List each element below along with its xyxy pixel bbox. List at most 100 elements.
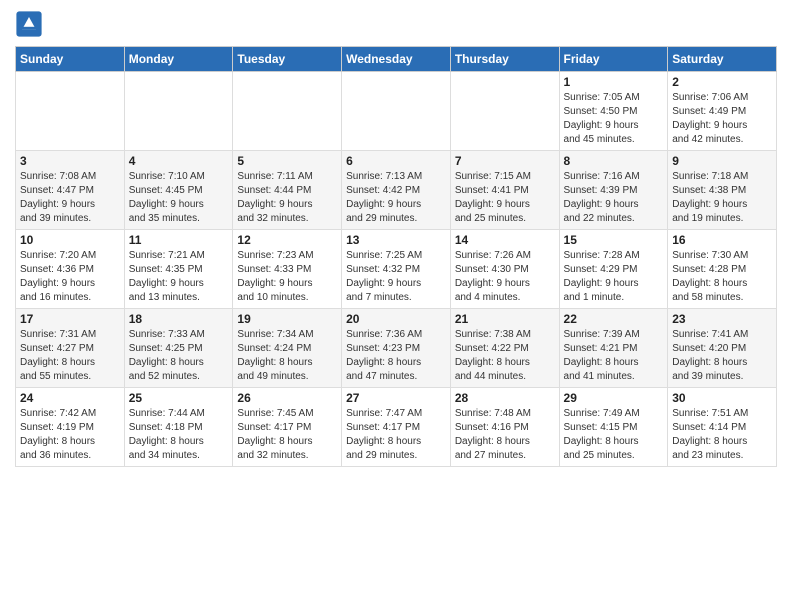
day-number: 23 [672, 312, 772, 326]
day-header-sunday: Sunday [16, 47, 125, 72]
day-info: Sunrise: 7:49 AM Sunset: 4:15 PM Dayligh… [564, 407, 664, 463]
day-number: 13 [346, 233, 446, 247]
day-cell: 15 Sunrise: 7:28 AM Sunset: 4:29 PM Dayli… [559, 230, 668, 309]
day-number: 2 [672, 75, 772, 89]
day-info: Sunrise: 7:47 AM Sunset: 4:17 PM Dayligh… [346, 407, 446, 463]
day-cell: 4 Sunrise: 7:10 AM Sunset: 4:45 PM Daylig… [124, 151, 233, 230]
day-number: 26 [237, 391, 337, 405]
day-number: 9 [672, 154, 772, 168]
day-number: 28 [455, 391, 555, 405]
day-info: Sunrise: 7:18 AM Sunset: 4:38 PM Dayligh… [672, 170, 772, 226]
day-number: 10 [20, 233, 120, 247]
day-cell: 24Sunrise: 7:42 AM Sunset: 4:19 PM Dayli… [16, 388, 125, 467]
day-number: 30 [672, 391, 772, 405]
day-cell: 13 Sunrise: 7:25 AM Sunset: 4:32 PM Dayli… [342, 230, 451, 309]
day-info: Sunrise: 7:33 AM Sunset: 4:25 PM Dayligh… [129, 328, 229, 384]
week-row-5: 24Sunrise: 7:42 AM Sunset: 4:19 PM Dayli… [16, 388, 777, 467]
day-number: 21 [455, 312, 555, 326]
day-header-thursday: Thursday [450, 47, 559, 72]
day-cell [233, 72, 342, 151]
week-row-4: 17 Sunrise: 7:31 AM Sunset: 4:27 PM Dayli… [16, 309, 777, 388]
day-info: Sunrise: 7:41 AM Sunset: 4:20 PM Dayligh… [672, 328, 772, 384]
day-cell: 12 Sunrise: 7:23 AM Sunset: 4:33 PM Dayli… [233, 230, 342, 309]
day-info: Sunrise: 7:21 AM Sunset: 4:35 PM Dayligh… [129, 249, 229, 305]
day-number: 24 [20, 391, 120, 405]
logo [15, 10, 47, 38]
day-cell: 30 Sunrise: 7:51 AM Sunset: 4:14 PM Dayli… [668, 388, 777, 467]
calendar-table: SundayMondayTuesdayWednesdayThursdayFrid… [15, 46, 777, 467]
day-info: Sunrise: 7:10 AM Sunset: 4:45 PM Dayligh… [129, 170, 229, 226]
day-cell: 5 Sunrise: 7:11 AM Sunset: 4:44 PM Daylig… [233, 151, 342, 230]
day-cell: 20 Sunrise: 7:36 AM Sunset: 4:23 PM Dayli… [342, 309, 451, 388]
day-cell: 11 Sunrise: 7:21 AM Sunset: 4:35 PM Dayli… [124, 230, 233, 309]
day-cell: 3Sunrise: 7:08 AM Sunset: 4:47 PM Daylig… [16, 151, 125, 230]
day-cell: 29Sunrise: 7:49 AM Sunset: 4:15 PM Dayli… [559, 388, 668, 467]
day-number: 3 [20, 154, 120, 168]
day-cell: 8Sunrise: 7:16 AM Sunset: 4:39 PM Daylig… [559, 151, 668, 230]
day-number: 15 [564, 233, 664, 247]
day-number: 19 [237, 312, 337, 326]
day-cell [124, 72, 233, 151]
day-number: 25 [129, 391, 229, 405]
day-info: Sunrise: 7:30 AM Sunset: 4:28 PM Dayligh… [672, 249, 772, 305]
day-cell [450, 72, 559, 151]
day-cell: 27 Sunrise: 7:47 AM Sunset: 4:17 PM Dayli… [342, 388, 451, 467]
day-number: 20 [346, 312, 446, 326]
day-cell: 28 Sunrise: 7:48 AM Sunset: 4:16 PM Dayli… [450, 388, 559, 467]
day-cell: 7 Sunrise: 7:15 AM Sunset: 4:41 PM Daylig… [450, 151, 559, 230]
day-number: 12 [237, 233, 337, 247]
day-info: Sunrise: 7:38 AM Sunset: 4:22 PM Dayligh… [455, 328, 555, 384]
day-header-friday: Friday [559, 47, 668, 72]
header-row: SundayMondayTuesdayWednesdayThursdayFrid… [16, 47, 777, 72]
day-number: 27 [346, 391, 446, 405]
day-info: Sunrise: 7:36 AM Sunset: 4:23 PM Dayligh… [346, 328, 446, 384]
day-info: Sunrise: 7:34 AM Sunset: 4:24 PM Dayligh… [237, 328, 337, 384]
day-header-tuesday: Tuesday [233, 47, 342, 72]
day-cell [16, 72, 125, 151]
day-cell [342, 72, 451, 151]
logo-icon [15, 10, 43, 38]
day-number: 17 [20, 312, 120, 326]
day-header-monday: Monday [124, 47, 233, 72]
day-number: 4 [129, 154, 229, 168]
day-cell: 1Sunrise: 7:05 AM Sunset: 4:50 PM Daylig… [559, 72, 668, 151]
day-number: 6 [346, 154, 446, 168]
day-info: Sunrise: 7:20 AM Sunset: 4:36 PM Dayligh… [20, 249, 120, 305]
day-number: 14 [455, 233, 555, 247]
day-cell: 21 Sunrise: 7:38 AM Sunset: 4:22 PM Dayli… [450, 309, 559, 388]
day-info: Sunrise: 7:23 AM Sunset: 4:33 PM Dayligh… [237, 249, 337, 305]
day-info: Sunrise: 7:06 AM Sunset: 4:49 PM Dayligh… [672, 91, 772, 147]
day-cell: 6Sunrise: 7:13 AM Sunset: 4:42 PM Daylig… [342, 151, 451, 230]
day-cell: 23 Sunrise: 7:41 AM Sunset: 4:20 PM Dayli… [668, 309, 777, 388]
day-number: 18 [129, 312, 229, 326]
day-number: 1 [564, 75, 664, 89]
day-number: 16 [672, 233, 772, 247]
day-info: Sunrise: 7:39 AM Sunset: 4:21 PM Dayligh… [564, 328, 664, 384]
day-info: Sunrise: 7:44 AM Sunset: 4:18 PM Dayligh… [129, 407, 229, 463]
day-info: Sunrise: 7:15 AM Sunset: 4:41 PM Dayligh… [455, 170, 555, 226]
day-cell: 26 Sunrise: 7:45 AM Sunset: 4:17 PM Dayli… [233, 388, 342, 467]
day-cell: 22 Sunrise: 7:39 AM Sunset: 4:21 PM Dayli… [559, 309, 668, 388]
day-info: Sunrise: 7:16 AM Sunset: 4:39 PM Dayligh… [564, 170, 664, 226]
day-info: Sunrise: 7:28 AM Sunset: 4:29 PM Dayligh… [564, 249, 664, 305]
day-cell: 17 Sunrise: 7:31 AM Sunset: 4:27 PM Dayli… [16, 309, 125, 388]
day-cell: 9 Sunrise: 7:18 AM Sunset: 4:38 PM Daylig… [668, 151, 777, 230]
day-info: Sunrise: 7:25 AM Sunset: 4:32 PM Dayligh… [346, 249, 446, 305]
day-info: Sunrise: 7:11 AM Sunset: 4:44 PM Dayligh… [237, 170, 337, 226]
day-info: Sunrise: 7:51 AM Sunset: 4:14 PM Dayligh… [672, 407, 772, 463]
day-number: 22 [564, 312, 664, 326]
day-info: Sunrise: 7:31 AM Sunset: 4:27 PM Dayligh… [20, 328, 120, 384]
week-row-1: 1Sunrise: 7:05 AM Sunset: 4:50 PM Daylig… [16, 72, 777, 151]
day-header-wednesday: Wednesday [342, 47, 451, 72]
day-number: 11 [129, 233, 229, 247]
day-header-saturday: Saturday [668, 47, 777, 72]
week-row-2: 3Sunrise: 7:08 AM Sunset: 4:47 PM Daylig… [16, 151, 777, 230]
day-cell: 16 Sunrise: 7:30 AM Sunset: 4:28 PM Dayli… [668, 230, 777, 309]
day-number: 7 [455, 154, 555, 168]
day-info: Sunrise: 7:48 AM Sunset: 4:16 PM Dayligh… [455, 407, 555, 463]
day-cell: 19 Sunrise: 7:34 AM Sunset: 4:24 PM Dayli… [233, 309, 342, 388]
main-container: SundayMondayTuesdayWednesdayThursdayFrid… [0, 0, 792, 472]
day-info: Sunrise: 7:45 AM Sunset: 4:17 PM Dayligh… [237, 407, 337, 463]
day-cell: 10 Sunrise: 7:20 AM Sunset: 4:36 PM Dayli… [16, 230, 125, 309]
day-number: 5 [237, 154, 337, 168]
